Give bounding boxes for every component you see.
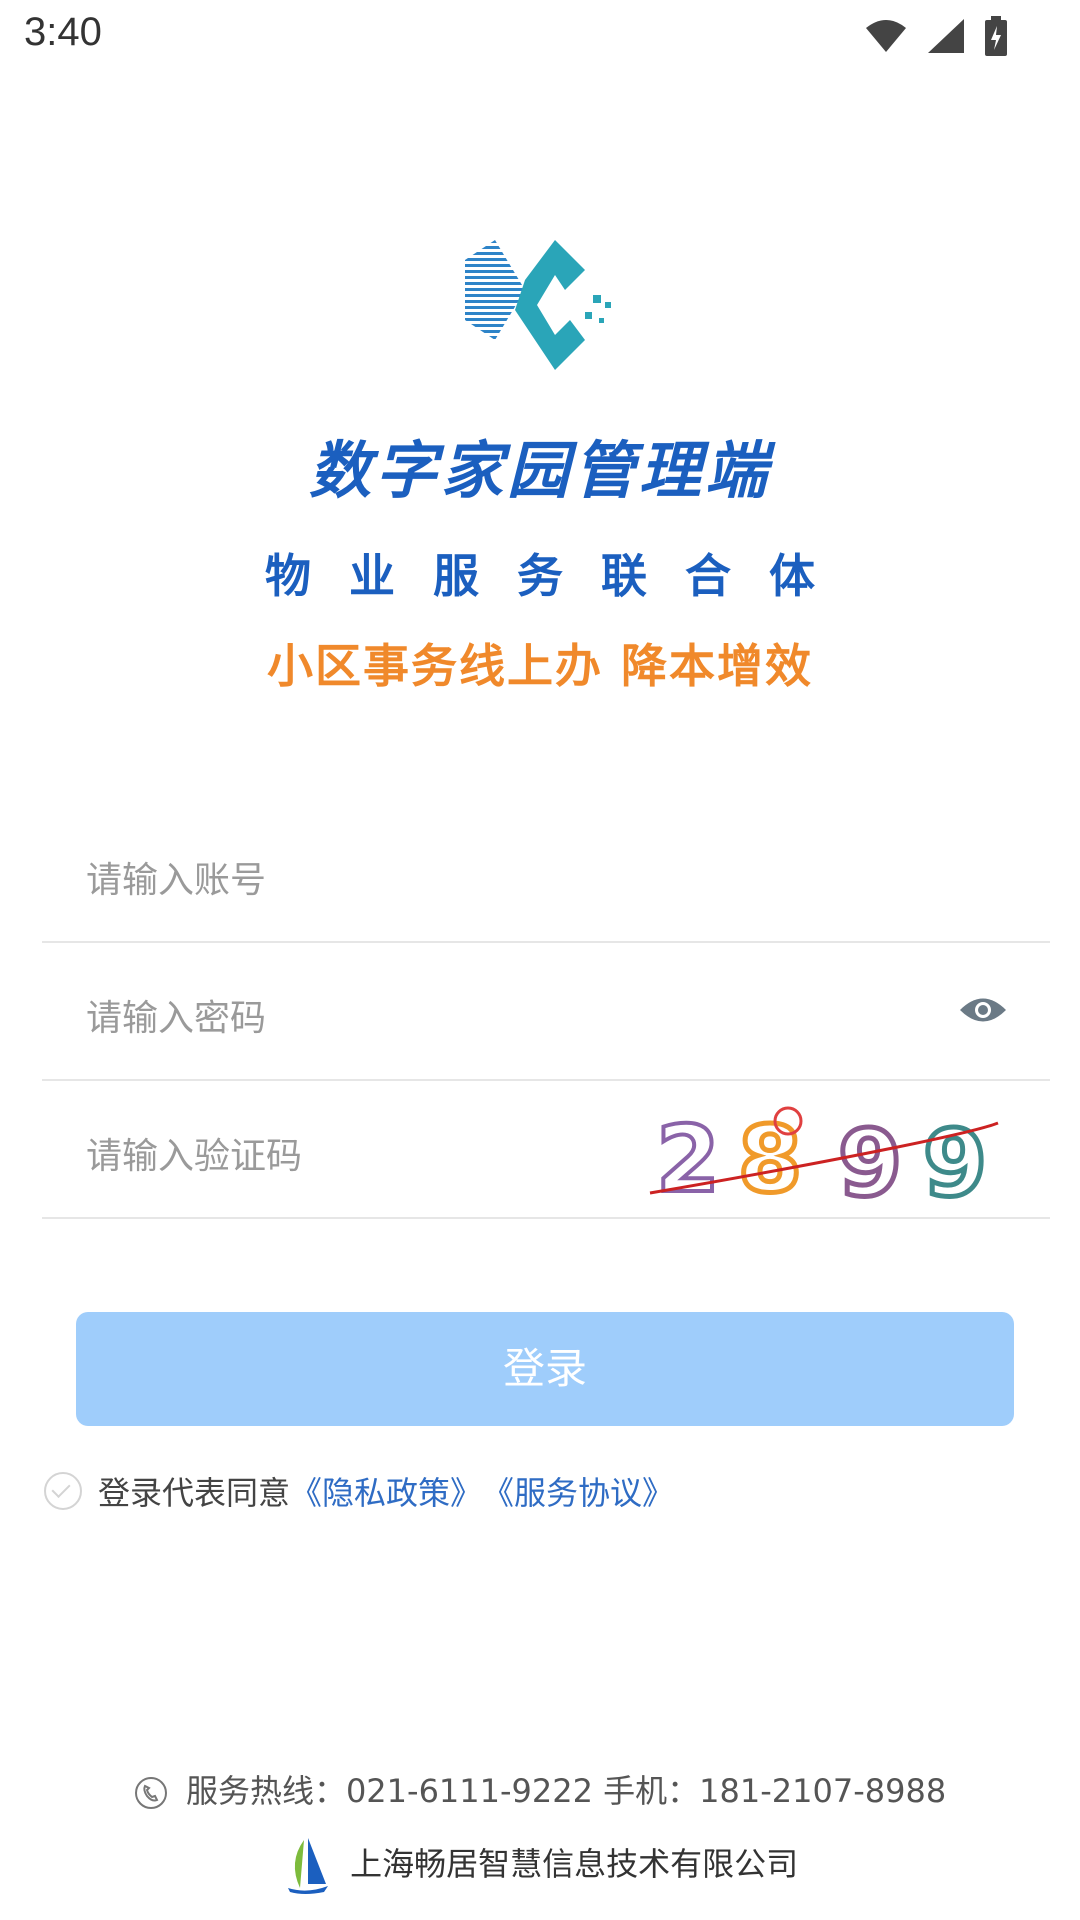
password-field[interactable]: 请输入密码 [42, 941, 1050, 1081]
status-bar: 3:40 [0, 0, 1080, 76]
captcha-field[interactable]: 请输入验证码 2 8 9 9 [42, 1079, 1050, 1220]
agreement-row: 登录代表同意 《隐私政策》 《服务协议》 [44, 1468, 674, 1514]
company-info: 上海畅居智慧信息技术有限公司 [0, 1838, 1080, 1894]
app-logo-icon [465, 240, 611, 370]
company-logo-icon [287, 1838, 328, 1894]
account-placeholder: 请输入账号 [86, 860, 267, 901]
svg-text:9: 9 [923, 1110, 987, 1215]
wifi-icon [866, 20, 906, 52]
agreement-prefix: 登录代表同意 [98, 1474, 291, 1512]
hotline-text: 服务热线：021-6111-9222 手机：181-2107-8988 [185, 1772, 947, 1810]
check-circle-icon[interactable] [44, 1472, 82, 1510]
app-logo [0, 240, 1080, 380]
login-button[interactable]: 登录 [76, 1312, 1014, 1426]
service-agreement-link[interactable]: 《服务协议》 [482, 1468, 674, 1514]
privacy-policy-link[interactable]: 《隐私政策》 [290, 1468, 482, 1514]
svg-text:9: 9 [838, 1110, 902, 1215]
captcha-placeholder: 请输入验证码 [86, 1136, 303, 1177]
svg-text:2: 2 [656, 1106, 720, 1213]
service-hotline: 服务热线：021-6111-9222 手机：181-2107-8988 [0, 1766, 1080, 1812]
company-name: 上海畅居智慧信息技术有限公司 [350, 1845, 799, 1883]
account-field[interactable]: 请输入账号 [42, 803, 1050, 943]
status-icons [864, 16, 1008, 56]
captcha-graphic: 2 8 9 9 [649, 1104, 999, 1220]
eye-icon[interactable] [958, 993, 1008, 1027]
password-placeholder: 请输入密码 [86, 998, 267, 1039]
status-time: 3:40 [24, 10, 102, 54]
app-slogan: 小区事务线上办 降本增效 [266, 639, 813, 693]
captcha-image[interactable]: 2 8 9 9 [638, 1081, 1008, 1220]
app-tagline: 物业服务联合体 [265, 549, 853, 603]
battery-icon [985, 16, 1007, 56]
signal-icon [928, 19, 964, 53]
phone-icon [134, 1777, 167, 1809]
svg-text:8: 8 [738, 1106, 802, 1213]
app-title: 数字家园管理端 [308, 434, 771, 507]
